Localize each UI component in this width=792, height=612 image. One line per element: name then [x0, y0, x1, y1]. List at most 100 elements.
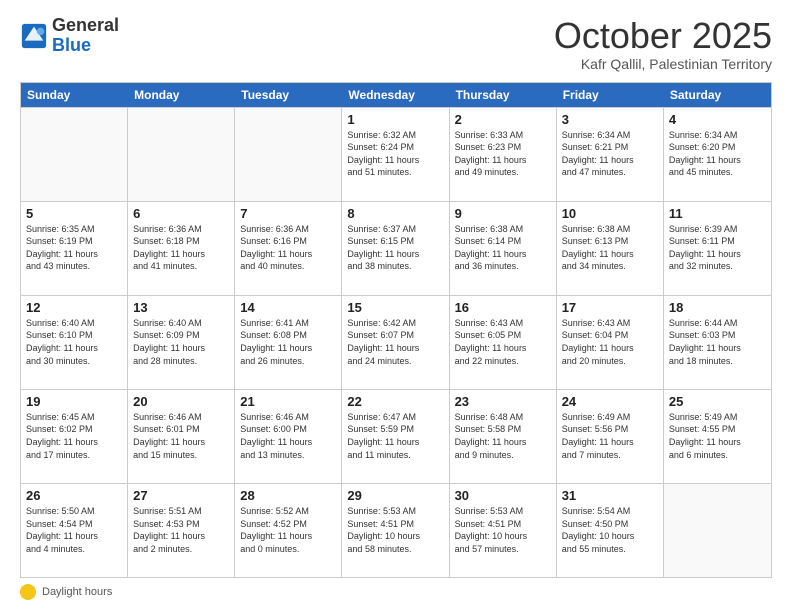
day-header-saturday: Saturday	[664, 83, 771, 107]
day-number: 14	[240, 300, 336, 315]
week-row-2: 5 Sunrise: 6:35 AM Sunset: 6:19 PM Daylig…	[21, 201, 771, 295]
week-row-5: 26 Sunrise: 5:50 AM Sunset: 4:54 PM Dayli…	[21, 483, 771, 577]
day-number: 8	[347, 206, 443, 221]
day-cell-16: 16 Sunrise: 6:43 AM Sunset: 6:05 PM Dayli…	[450, 296, 557, 389]
day-header-friday: Friday	[557, 83, 664, 107]
day-cell-31: 31 Sunrise: 5:54 AM Sunset: 4:50 PM Dayli…	[557, 484, 664, 577]
day-cell-11: 11 Sunrise: 6:39 AM Sunset: 6:11 PM Dayli…	[664, 202, 771, 295]
day-cell-22: 22 Sunrise: 6:47 AM Sunset: 5:59 PM Dayli…	[342, 390, 449, 483]
day-info: Sunrise: 6:35 AM Sunset: 6:19 PM Dayligh…	[26, 223, 122, 273]
day-info: Sunrise: 6:36 AM Sunset: 6:16 PM Dayligh…	[240, 223, 336, 273]
day-info: Sunrise: 5:53 AM Sunset: 4:51 PM Dayligh…	[455, 505, 551, 555]
location-title: Kafr Qallil, Palestinian Territory	[554, 56, 772, 72]
day-number: 12	[26, 300, 122, 315]
day-info: Sunrise: 5:54 AM Sunset: 4:50 PM Dayligh…	[562, 505, 658, 555]
day-info: Sunrise: 6:42 AM Sunset: 6:07 PM Dayligh…	[347, 317, 443, 367]
day-info: Sunrise: 6:34 AM Sunset: 6:20 PM Dayligh…	[669, 129, 766, 179]
day-cell-4: 4 Sunrise: 6:34 AM Sunset: 6:20 PM Daylig…	[664, 108, 771, 201]
logo-general-text: General	[52, 15, 119, 35]
day-cell-24: 24 Sunrise: 6:49 AM Sunset: 5:56 PM Dayli…	[557, 390, 664, 483]
week-row-4: 19Sunrise: 6:45 AM Sunset: 6:02 PM Dayli…	[21, 389, 771, 483]
sun-icon	[20, 584, 36, 600]
day-number: 3	[562, 112, 658, 127]
day-header-sunday: Sunday	[21, 83, 128, 107]
day-info: Sunrise: 6:40 AM Sunset: 6:09 PM Dayligh…	[133, 317, 229, 367]
day-number: 7	[240, 206, 336, 221]
day-info: Sunrise: 6:46 AM Sunset: 6:00 PM Dayligh…	[240, 411, 336, 461]
day-info: Sunrise: 5:50 AM Sunset: 4:54 PM Dayligh…	[26, 505, 122, 555]
day-cell-18: 18 Sunrise: 6:44 AM Sunset: 6:03 PM Dayli…	[664, 296, 771, 389]
empty-cell	[128, 108, 235, 201]
day-number: 2	[455, 112, 551, 127]
logo: General Blue	[20, 16, 119, 56]
day-cell-10: 10 Sunrise: 6:38 AM Sunset: 6:13 PM Dayli…	[557, 202, 664, 295]
day-number: 9	[455, 206, 551, 221]
day-info: Sunrise: 6:48 AM Sunset: 5:58 PM Dayligh…	[455, 411, 551, 461]
logo-icon	[20, 22, 48, 50]
day-info: Sunrise: 6:33 AM Sunset: 6:23 PM Dayligh…	[455, 129, 551, 179]
day-number: 11	[669, 206, 766, 221]
day-cell-19: 19Sunrise: 6:45 AM Sunset: 6:02 PM Dayli…	[21, 390, 128, 483]
day-info: Sunrise: 5:51 AM Sunset: 4:53 PM Dayligh…	[133, 505, 229, 555]
day-cell-12: 12Sunrise: 6:40 AM Sunset: 6:10 PM Dayli…	[21, 296, 128, 389]
day-info: Sunrise: 6:46 AM Sunset: 6:01 PM Dayligh…	[133, 411, 229, 461]
day-cell-15: 15 Sunrise: 6:42 AM Sunset: 6:07 PM Dayli…	[342, 296, 449, 389]
day-info: Sunrise: 6:43 AM Sunset: 6:05 PM Dayligh…	[455, 317, 551, 367]
footer-note-text: Daylight hours	[42, 586, 112, 598]
header: General Blue October 2025 Kafr Qallil, P…	[20, 16, 772, 72]
day-number: 6	[133, 206, 229, 221]
day-header-tuesday: Tuesday	[235, 83, 342, 107]
day-info: Sunrise: 6:44 AM Sunset: 6:03 PM Dayligh…	[669, 317, 766, 367]
empty-cell	[235, 108, 342, 201]
day-cell-8: 8Sunrise: 6:37 AM Sunset: 6:15 PM Daylig…	[342, 202, 449, 295]
day-info: Sunrise: 6:45 AM Sunset: 6:02 PM Dayligh…	[26, 411, 122, 461]
day-header-wednesday: Wednesday	[342, 83, 449, 107]
empty-cell	[664, 484, 771, 577]
day-number: 18	[669, 300, 766, 315]
day-info: Sunrise: 6:49 AM Sunset: 5:56 PM Dayligh…	[562, 411, 658, 461]
day-number: 21	[240, 394, 336, 409]
day-cell-5: 5 Sunrise: 6:35 AM Sunset: 6:19 PM Daylig…	[21, 202, 128, 295]
week-row-1: 1Sunrise: 6:32 AM Sunset: 6:24 PM Daylig…	[21, 107, 771, 201]
day-number: 17	[562, 300, 658, 315]
day-number: 30	[455, 488, 551, 503]
day-info: Sunrise: 6:34 AM Sunset: 6:21 PM Dayligh…	[562, 129, 658, 179]
day-cell-2: 2 Sunrise: 6:33 AM Sunset: 6:23 PM Daylig…	[450, 108, 557, 201]
day-info: Sunrise: 5:53 AM Sunset: 4:51 PM Dayligh…	[347, 505, 443, 555]
day-number: 10	[562, 206, 658, 221]
footer: Daylight hours	[20, 584, 772, 600]
day-info: Sunrise: 6:41 AM Sunset: 6:08 PM Dayligh…	[240, 317, 336, 367]
day-info: Sunrise: 5:52 AM Sunset: 4:52 PM Dayligh…	[240, 505, 336, 555]
day-info: Sunrise: 6:39 AM Sunset: 6:11 PM Dayligh…	[669, 223, 766, 273]
day-cell-13: 13Sunrise: 6:40 AM Sunset: 6:09 PM Dayli…	[128, 296, 235, 389]
day-cell-14: 14 Sunrise: 6:41 AM Sunset: 6:08 PM Dayli…	[235, 296, 342, 389]
day-cell-30: 30 Sunrise: 5:53 AM Sunset: 4:51 PM Dayli…	[450, 484, 557, 577]
day-info: Sunrise: 5:49 AM Sunset: 4:55 PM Dayligh…	[669, 411, 766, 461]
day-number: 23	[455, 394, 551, 409]
day-number: 27	[133, 488, 229, 503]
day-number: 26	[26, 488, 122, 503]
day-cell-20: 20Sunrise: 6:46 AM Sunset: 6:01 PM Dayli…	[128, 390, 235, 483]
day-cell-23: 23 Sunrise: 6:48 AM Sunset: 5:58 PM Dayli…	[450, 390, 557, 483]
day-header-thursday: Thursday	[450, 83, 557, 107]
day-cell-17: 17Sunrise: 6:43 AM Sunset: 6:04 PM Dayli…	[557, 296, 664, 389]
day-cell-21: 21 Sunrise: 6:46 AM Sunset: 6:00 PM Dayli…	[235, 390, 342, 483]
day-cell-26: 26 Sunrise: 5:50 AM Sunset: 4:54 PM Dayli…	[21, 484, 128, 577]
day-cell-27: 27 Sunrise: 5:51 AM Sunset: 4:53 PM Dayli…	[128, 484, 235, 577]
day-number: 5	[26, 206, 122, 221]
calendar-body: 1Sunrise: 6:32 AM Sunset: 6:24 PM Daylig…	[21, 107, 771, 577]
day-cell-9: 9 Sunrise: 6:38 AM Sunset: 6:14 PM Daylig…	[450, 202, 557, 295]
day-number: 24	[562, 394, 658, 409]
day-cell-3: 3 Sunrise: 6:34 AM Sunset: 6:21 PM Daylig…	[557, 108, 664, 201]
day-number: 22	[347, 394, 443, 409]
day-info: Sunrise: 6:32 AM Sunset: 6:24 PM Dayligh…	[347, 129, 443, 179]
day-number: 4	[669, 112, 766, 127]
day-info: Sunrise: 6:47 AM Sunset: 5:59 PM Dayligh…	[347, 411, 443, 461]
day-info: Sunrise: 6:38 AM Sunset: 6:14 PM Dayligh…	[455, 223, 551, 273]
calendar-header: SundayMondayTuesdayWednesdayThursdayFrid…	[21, 83, 771, 107]
day-number: 31	[562, 488, 658, 503]
day-number: 15	[347, 300, 443, 315]
day-number: 28	[240, 488, 336, 503]
day-info: Sunrise: 6:38 AM Sunset: 6:13 PM Dayligh…	[562, 223, 658, 273]
day-number: 16	[455, 300, 551, 315]
